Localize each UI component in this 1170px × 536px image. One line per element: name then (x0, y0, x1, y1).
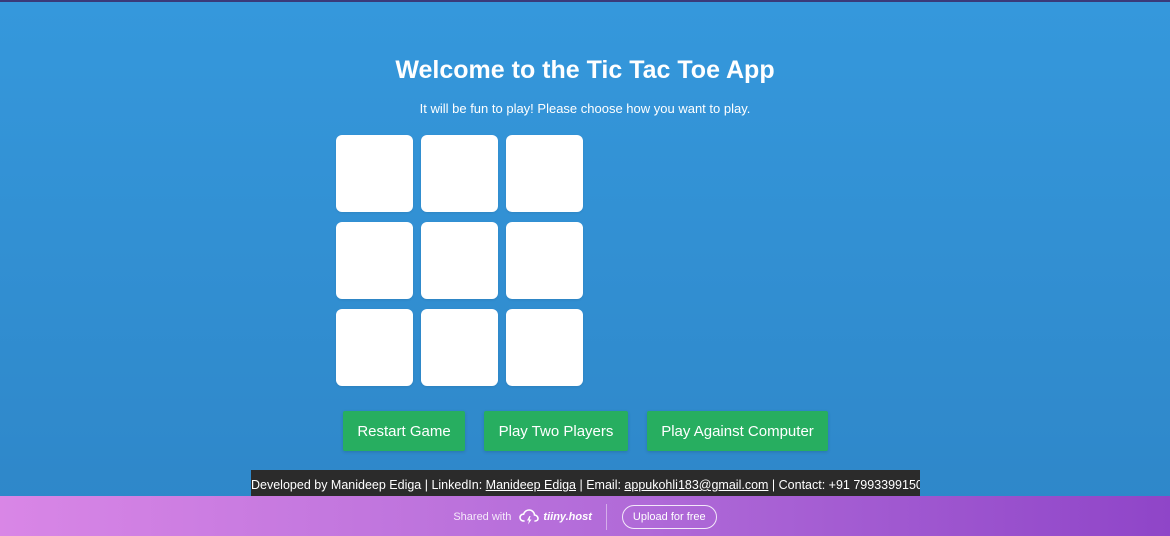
play-against-computer-button[interactable]: Play Against Computer (647, 411, 828, 451)
share-divider (605, 504, 607, 530)
board-cell-6[interactable] (506, 222, 583, 299)
brand-name: tiiny.host (543, 511, 592, 523)
page-title: Welcome to the Tic Tac Toe App (395, 56, 775, 84)
developer-credit: Developed by Manideep Ediga | LinkedIn: … (251, 470, 920, 496)
board-cell-7[interactable] (336, 309, 413, 386)
email-link[interactable]: appukohli183@gmail.com (624, 478, 768, 492)
board-cell-3[interactable] (506, 135, 583, 212)
email-prefix: | Email: (576, 478, 625, 492)
share-bar: Shared with tiiny.host Upload for free (0, 496, 1170, 536)
game-board (336, 135, 583, 386)
board-cell-8[interactable] (421, 309, 498, 386)
board-cell-2[interactable] (421, 135, 498, 212)
restart-game-button[interactable]: Restart Game (343, 411, 465, 451)
board-cell-5[interactable] (421, 222, 498, 299)
contact-text: | Contact: +91 7993399150 (768, 478, 920, 492)
board-cell-9[interactable] (506, 309, 583, 386)
page-subtitle: It will be fun to play! Please choose ho… (419, 101, 751, 116)
credit-text: Developed by Manideep Ediga | LinkedIn: (251, 478, 486, 492)
tiiny-host-logo[interactable]: tiiny.host (519, 508, 592, 526)
upload-for-free-button[interactable]: Upload for free (621, 505, 717, 529)
board-cell-1[interactable] (336, 135, 413, 212)
linkedin-link[interactable]: Manideep Ediga (486, 478, 576, 492)
cloud-bolt-icon (519, 509, 540, 525)
board-cell-4[interactable] (336, 222, 413, 299)
play-two-players-button[interactable]: Play Two Players (484, 411, 628, 451)
shared-with-label: Shared with (453, 511, 512, 523)
